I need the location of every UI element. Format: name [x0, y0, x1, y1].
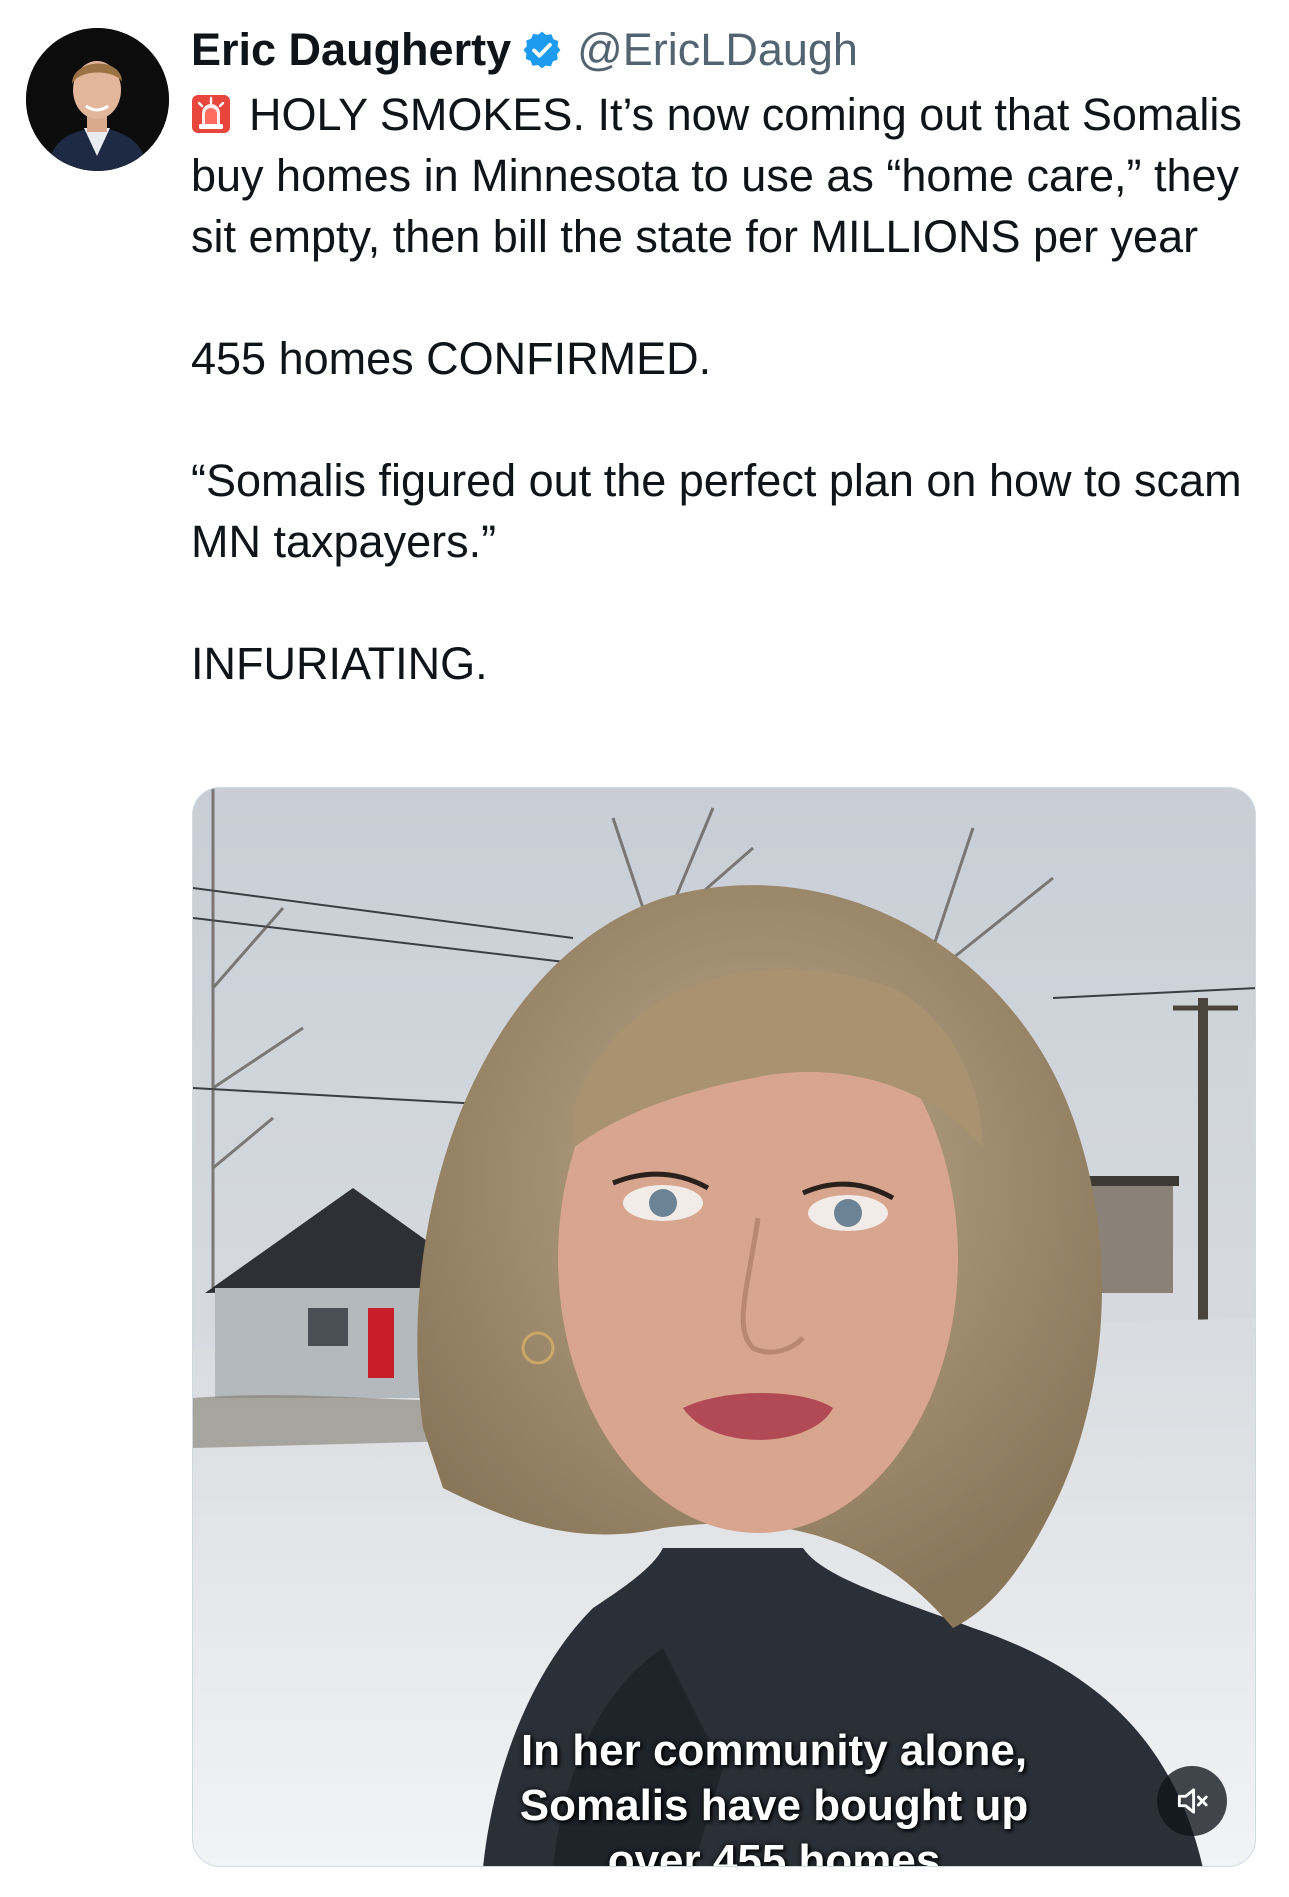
caption-line-2: Somalis have bought up: [519, 1781, 1029, 1830]
speaker-muted-icon: [1177, 1788, 1208, 1814]
tweet-line-1: HOLY SMOKES. It’s now coming out that So…: [191, 89, 1242, 262]
tweet-paragraph-4: INFURIATING.: [191, 638, 488, 689]
tweet-paragraph-1: HOLY SMOKES. It’s now coming out that So…: [191, 84, 1261, 267]
tweet-paragraph-3: “Somalis figured out the perfect plan on…: [191, 455, 1242, 567]
verified-badge-icon: [521, 29, 563, 71]
video-frame: [193, 788, 1255, 1866]
police-car-light-icon: [191, 88, 231, 133]
tweet[interactable]: Eric Daugherty @EricLDaugh HOLY SMOKES. …: [0, 0, 1289, 1897]
mute-button[interactable]: [1157, 1766, 1227, 1836]
tweet-paragraph-2: 455 homes CONFIRMED.: [191, 333, 712, 384]
author-name[interactable]: Eric Daugherty: [191, 24, 511, 76]
video-caption: In her community alone, Somalis have bou…: [193, 1723, 1255, 1867]
tweet-text: HOLY SMOKES. It’s now coming out that So…: [191, 84, 1261, 694]
caption-line-1: In her community alone,: [520, 1726, 1028, 1775]
avatar[interactable]: [26, 28, 169, 171]
tweet-header: Eric Daugherty @EricLDaugh: [191, 22, 858, 78]
author-handle[interactable]: @EricLDaugh: [577, 24, 858, 76]
caption-line-3: over 455 homes: [607, 1836, 941, 1867]
video-player[interactable]: In her community alone, Somalis have bou…: [192, 787, 1256, 1867]
